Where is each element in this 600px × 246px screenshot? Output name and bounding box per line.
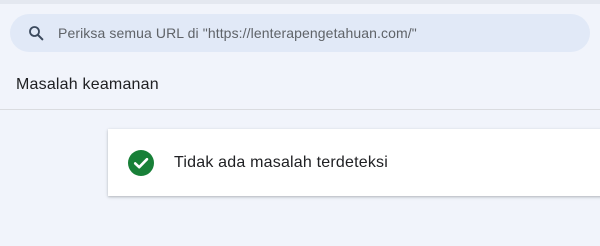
divider bbox=[0, 109, 600, 110]
check-circle-icon bbox=[128, 149, 154, 176]
security-result-card: Tidak ada masalah terdeteksi bbox=[108, 129, 600, 196]
top-strip bbox=[0, 0, 600, 4]
search-icon[interactable] bbox=[26, 23, 46, 43]
search-bar[interactable] bbox=[10, 14, 590, 52]
search-input[interactable] bbox=[58, 25, 558, 41]
section-title: Masalah keamanan bbox=[16, 76, 159, 93]
result-status-text: Tidak ada masalah terdeteksi bbox=[174, 153, 389, 171]
